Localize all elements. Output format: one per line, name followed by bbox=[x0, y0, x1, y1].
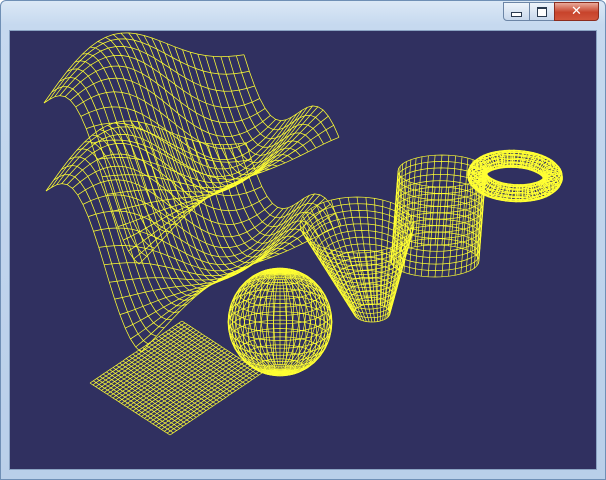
wireframe-scene bbox=[43, 32, 563, 436]
window-controls: ✕ bbox=[503, 2, 599, 21]
close-icon: ✕ bbox=[571, 4, 582, 19]
title-bar[interactable]: ✕ bbox=[1, 1, 605, 29]
maximize-icon bbox=[537, 6, 547, 17]
minimize-icon bbox=[511, 12, 522, 17]
app-window: ✕ bbox=[0, 0, 606, 480]
maximize-button[interactable] bbox=[529, 2, 555, 21]
wave-surface-lower bbox=[45, 120, 342, 353]
close-button[interactable]: ✕ bbox=[554, 2, 599, 21]
torus bbox=[467, 149, 563, 203]
sphere bbox=[227, 267, 333, 377]
flat-plane bbox=[89, 320, 263, 436]
opengl-viewport[interactable] bbox=[9, 30, 597, 470]
minimize-button[interactable] bbox=[503, 2, 530, 21]
